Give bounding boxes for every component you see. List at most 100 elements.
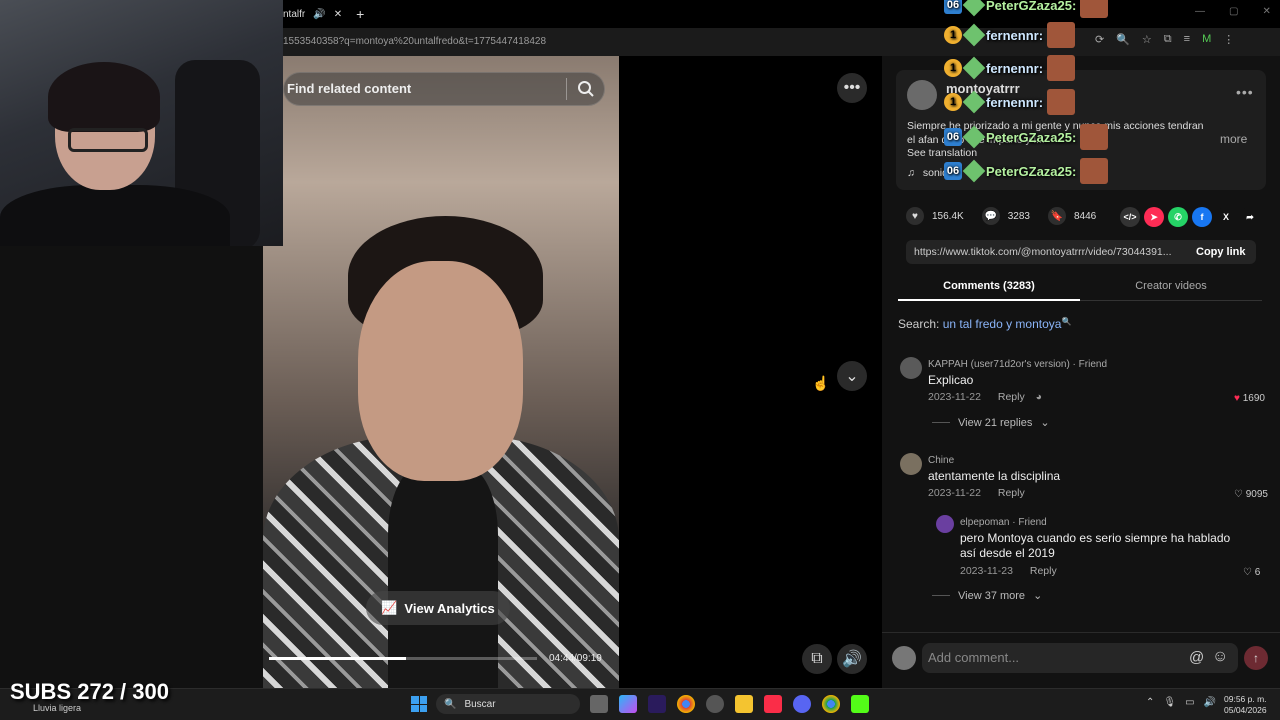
task-view-icon[interactable]	[590, 695, 608, 713]
profile-icon[interactable]: M	[1202, 33, 1211, 46]
chat-message: 1 fernennr:	[944, 22, 1076, 48]
refresh-icon[interactable]: ⟳	[1095, 33, 1104, 46]
reply-date: 2023-11-23	[960, 565, 1013, 577]
music-app-icon[interactable]	[764, 695, 782, 713]
premiere-icon[interactable]	[648, 695, 666, 713]
post-more-icon[interactable]: •••	[1236, 84, 1254, 100]
video-link[interactable]: https://www.tiktok.com/@montoyatrrr/vide…	[914, 246, 1172, 258]
music-note-icon: ♫	[907, 167, 915, 179]
comment-text: Explicao	[928, 373, 974, 387]
kick-icon[interactable]	[851, 695, 869, 713]
settings-icon[interactable]	[706, 695, 724, 713]
gem-icon	[962, 159, 986, 183]
reply-like[interactable]: ♡ 6	[1243, 567, 1260, 578]
volume-icon[interactable]: 🔊	[1204, 697, 1216, 708]
heart-icon[interactable]: ♥	[906, 207, 924, 225]
view-analytics-button[interactable]: 📈 View Analytics	[366, 591, 510, 625]
microphone-icon[interactable]: 🎙	[1163, 697, 1176, 708]
bookmark-icon[interactable]: 🔖	[1047, 207, 1066, 225]
comment-avatar[interactable]	[900, 357, 922, 379]
copilot-icon[interactable]	[619, 695, 637, 713]
picture-in-picture-icon[interactable]: ⧉	[802, 644, 832, 674]
comment-search-line[interactable]: Search: un tal fredo y montoya🔍	[898, 317, 1071, 331]
chat-message: 06 PeterGZaza25:	[944, 124, 1109, 150]
chat-username: PeterGZaza25:	[986, 0, 1077, 13]
reading-list-icon[interactable]: ≡	[1184, 33, 1190, 46]
search-query[interactable]: un tal fredo y montoya	[943, 317, 1062, 331]
heart-outline-icon: ♡	[1234, 489, 1243, 500]
taskbar-search-label: Buscar	[464, 698, 496, 710]
gem-icon	[962, 90, 986, 114]
copy-link-button[interactable]: Copy link	[1196, 246, 1246, 258]
tab-creator-videos[interactable]: Creator videos	[1080, 276, 1262, 301]
reply-button[interactable]: Reply	[998, 391, 1025, 403]
gem-icon	[962, 0, 986, 17]
likes-count: 156.4K	[932, 210, 964, 222]
author-avatar[interactable]	[907, 80, 937, 110]
reply-button[interactable]: Reply	[998, 487, 1025, 499]
maximize-icon[interactable]: ▢	[1229, 6, 1238, 17]
discord-icon[interactable]	[793, 695, 811, 713]
new-tab-button[interactable]: +	[356, 6, 364, 22]
chrome-icon[interactable]	[677, 695, 695, 713]
chat-username: PeterGZaza25:	[986, 129, 1077, 145]
taskbar-search[interactable]: 🔍 Buscar	[436, 694, 580, 714]
tab-comments[interactable]: Comments (3283)	[898, 276, 1080, 301]
window-close-icon[interactable]: ✕	[1262, 6, 1270, 17]
creator-liked-icon: ◕	[1035, 391, 1042, 403]
chevron-down-icon[interactable]: ⌄	[837, 361, 867, 391]
windows-start-icon[interactable]	[411, 696, 427, 712]
video-frame-face	[358, 261, 523, 481]
volume-icon[interactable]: 🔊	[837, 644, 867, 674]
comment-like-count: 1690	[1242, 393, 1265, 404]
file-explorer-icon[interactable]	[735, 695, 753, 713]
url-text[interactable]: 1553540358?q=montoya%20untalfredo&t=1775…	[283, 36, 546, 47]
emoji-icon[interactable]: ☺	[1212, 648, 1228, 666]
chevron-up-icon[interactable]: ⌃	[1146, 697, 1154, 708]
minimize-icon[interactable]: —	[1195, 6, 1205, 17]
star-icon[interactable]: ☆	[1142, 33, 1152, 46]
comment-author[interactable]: KAPPAH (user71d2or's version) · Friend	[928, 359, 1107, 370]
analytics-icon: 📈	[381, 600, 398, 615]
close-tab-icon[interactable]: ✕	[334, 9, 342, 20]
comment-icon[interactable]: 💬	[981, 207, 1000, 225]
embed-icon[interactable]: </>	[1120, 207, 1140, 227]
comment-avatar[interactable]	[900, 453, 922, 475]
mention-icon[interactable]: @	[1189, 649, 1204, 666]
extensions-icon[interactable]: ⧉	[1164, 33, 1172, 46]
facebook-icon[interactable]: f	[1192, 207, 1212, 227]
share-arrow-icon[interactable]: ➦	[1240, 207, 1260, 227]
speaker-icon[interactable]: 🔊	[313, 9, 325, 20]
reply-button[interactable]: Reply	[1030, 565, 1057, 577]
chat-username: PeterGZaza25:	[986, 163, 1077, 179]
add-comment-placeholder[interactable]: Add comment...	[928, 650, 1019, 665]
description-more-link[interactable]: more	[1220, 132, 1247, 146]
comment-like[interactable]: ♥ 1690	[1234, 393, 1265, 404]
post-comment-button[interactable]: ↑	[1244, 646, 1268, 670]
chat-message: 06 PeterGZaza25:	[944, 158, 1109, 184]
system-clock[interactable]: 09:56 p. m. 05/04/2026	[1224, 694, 1267, 716]
zoom-icon[interactable]: 🔍	[1116, 33, 1130, 46]
x-icon[interactable]: X	[1216, 207, 1236, 227]
more-options-icon[interactable]: •••	[837, 73, 867, 103]
browser-tab[interactable]: ntalfr 🔊 ✕ +	[283, 3, 368, 25]
reply-author[interactable]: elpepoman · Friend	[960, 517, 1047, 528]
comment-author[interactable]: Chine	[928, 455, 954, 466]
window-controls: — ▢ ✕	[1195, 6, 1271, 17]
comment-like[interactable]: ♡ 9095	[1234, 489, 1268, 500]
whatsapp-icon[interactable]: ✆	[1168, 207, 1188, 227]
chat-message: 06 PeterGZaza25:	[944, 0, 1109, 18]
sub-badge-icon: 1	[944, 59, 962, 77]
search-icon[interactable]	[577, 80, 595, 98]
related-search-placeholder[interactable]: Find related content	[287, 81, 411, 96]
comment-like-count: 9095	[1245, 489, 1268, 500]
view-replies-button[interactable]: View 21 replies ⌄	[932, 416, 1050, 430]
reply-avatar[interactable]	[936, 515, 954, 533]
display-icon[interactable]: ▭	[1185, 697, 1194, 708]
saves-count: 8446	[1073, 210, 1097, 222]
comment-meta: 2023-11-22 Reply ◕	[928, 391, 1042, 403]
chrome-profile-icon[interactable]	[822, 695, 840, 713]
view-more-replies-button[interactable]: View 37 more ⌄	[932, 589, 1042, 603]
send-to-friend-icon[interactable]: ➤	[1144, 207, 1164, 227]
menu-icon[interactable]: ⋮	[1223, 33, 1234, 46]
